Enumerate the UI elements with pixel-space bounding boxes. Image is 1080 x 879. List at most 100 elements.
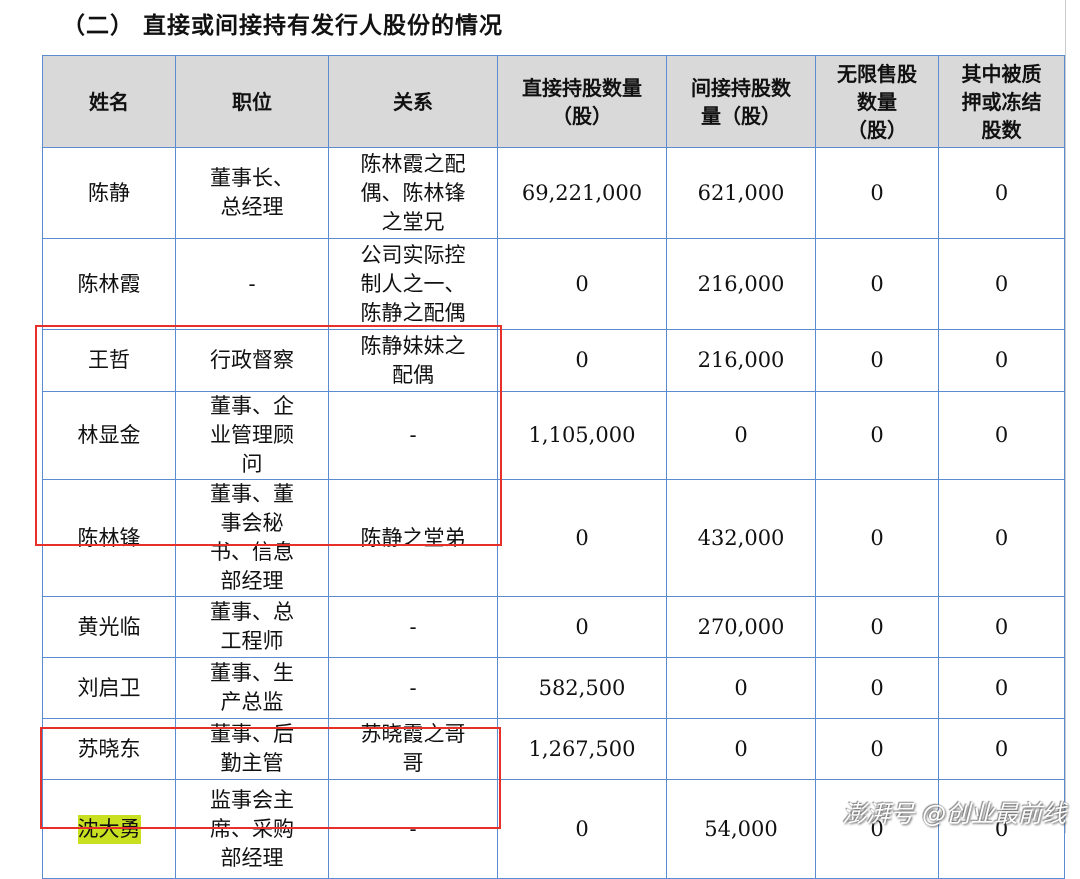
cell-text: - <box>248 271 256 296</box>
table-cell: 0 <box>815 391 939 480</box>
cell-text: 0 <box>734 675 748 700</box>
cell-text: 陈林霞 <box>77 271 141 296</box>
cell-text: 0 <box>734 423 748 447</box>
table-cell: 0 <box>497 596 667 658</box>
cell-text: 0 <box>870 736 884 761</box>
table-cell: 陈林霞 <box>42 238 176 330</box>
table-cell: 陈林锋 <box>42 479 176 597</box>
table-cell: 0 <box>497 779 667 879</box>
column-header-label: 间接持股数量（股） <box>691 75 791 128</box>
table-cell: 432,000 <box>666 479 816 597</box>
cell-text: 0 <box>870 525 884 550</box>
table-cell: 苏晓霞之哥哥 <box>328 718 498 780</box>
table-row: 苏晓东 董事、后勤主管 苏晓霞之哥哥 1,267,500 0 0 0 <box>42 718 1065 780</box>
table-cell: 董事、总工程师 <box>175 596 329 658</box>
cell-text: 董事、企业管理顾问 <box>210 394 294 476</box>
column-header-label: 关系 <box>393 89 433 114</box>
cell-text: - <box>409 675 417 700</box>
table-cell: 陈静妹妹之配偶 <box>328 329 498 392</box>
table-cell: 0 <box>815 596 939 658</box>
cell-text: 0 <box>870 348 884 372</box>
cell-text: 陈静 <box>88 180 130 205</box>
table-cell: 林显金 <box>42 391 176 480</box>
cell-text: - <box>409 423 417 447</box>
table-cell: 0 <box>938 147 1065 239</box>
table-cell: 1,267,500 <box>497 718 667 780</box>
cell-text: 216,000 <box>697 271 785 296</box>
cell-text: 董事长、总经理 <box>210 166 294 219</box>
table-cell: 王哲 <box>42 329 176 392</box>
table-cell: 刘启卫 <box>42 657 176 719</box>
table-cell: 1,105,000 <box>497 391 667 480</box>
cell-text: 董事、后勤主管 <box>210 722 294 775</box>
table-row: 陈静 董事长、总经理 陈林霞之配偶、陈林锋之堂兄 69,221,000 621,000 0… <box>42 147 1065 239</box>
cell-text: 69,221,000 <box>521 180 643 205</box>
table-cell: 苏晓东 <box>42 718 176 780</box>
table-cell: 0 <box>666 718 816 780</box>
cell-text: 0 <box>994 271 1009 296</box>
table-row: 王哲 行政督察 陈静妹妹之配偶 0 216,000 0 0 <box>42 329 1065 392</box>
table-cell: - <box>328 391 498 480</box>
cell-text: 1,105,000 <box>528 423 636 447</box>
table-cell: 69,221,000 <box>497 147 667 239</box>
cell-text: 0 <box>994 736 1009 761</box>
cell-text: 董事、生产总监 <box>210 661 294 714</box>
page-edge <box>1065 0 1080 833</box>
table-cell: - <box>328 657 498 719</box>
table-cell: 216,000 <box>666 238 816 330</box>
cell-text: 刘启卫 <box>77 675 141 700</box>
column-header: 间接持股数量（股） <box>666 55 816 148</box>
table-cell: 0 <box>815 479 939 597</box>
table-row: 黄光临 董事、总工程师 - 0 270,000 0 0 <box>42 596 1065 658</box>
table-cell: 0 <box>815 329 939 392</box>
column-header: 职位 <box>175 55 329 148</box>
table-cell: 董事、后勤主管 <box>175 718 329 780</box>
cell-text: 0 <box>734 736 748 761</box>
table-cell: - <box>328 596 498 658</box>
cell-text: 董事、董事会秘书、信息部经理 <box>210 482 294 593</box>
cell-text: 陈静妹妹之配偶 <box>360 333 466 387</box>
cell-text: 陈静之堂弟 <box>360 525 466 550</box>
table-cell: 陈静之堂弟 <box>328 479 498 597</box>
table-cell: 陈林霞之配偶、陈林锋之堂兄 <box>328 147 498 239</box>
table-cell: 582,500 <box>497 657 667 719</box>
cell-text: 0 <box>870 271 884 296</box>
table-cell: 216,000 <box>666 329 816 392</box>
table-cell: 54,000 <box>666 779 816 879</box>
table-cell: 0 <box>938 718 1065 780</box>
cell-text: 0 <box>575 271 589 296</box>
highlighted-name: 沈大勇 <box>77 814 141 844</box>
cell-text: 监事会主席、采购部经理 <box>210 787 294 870</box>
column-header-label: 无限售股数量（股） <box>837 61 917 142</box>
cell-text: 216,000 <box>697 348 785 372</box>
table-cell: 0 <box>497 238 667 330</box>
cell-text: - <box>409 816 417 841</box>
table-cell: 0 <box>938 329 1065 392</box>
cell-text: 0 <box>994 423 1009 447</box>
table-cell: 0 <box>815 718 939 780</box>
table-cell: 黄光临 <box>42 596 176 658</box>
cell-text: 0 <box>575 525 589 550</box>
table-cell: 沈大勇 <box>42 779 176 879</box>
table-cell: 0 <box>815 238 939 330</box>
cell-text: 陈林霞之配偶、陈林锋之堂兄 <box>360 151 466 234</box>
cell-text: 0 <box>994 675 1009 700</box>
table-cell: 0 <box>666 391 816 480</box>
cell-text: 0 <box>994 348 1009 372</box>
table-cell: - <box>175 238 329 330</box>
cell-text: 0 <box>994 614 1009 639</box>
cell-text: 苏晓霞之哥哥 <box>360 722 466 775</box>
column-header-label: 直接持股数量（股） <box>522 75 642 128</box>
table-cell: 0 <box>938 657 1065 719</box>
table-cell: 0 <box>938 479 1065 597</box>
cell-text: 0 <box>994 180 1009 205</box>
column-header-label: 其中被质押或冻结股数 <box>961 61 1042 142</box>
cell-text: 432,000 <box>697 525 785 550</box>
table-cell: 0 <box>938 238 1065 330</box>
cell-text: 582,500 <box>538 675 626 700</box>
table-cell: 公司实际控制人之一、陈静之配偶 <box>328 238 498 330</box>
cell-text: 621,000 <box>697 180 785 205</box>
table-cell: 陈静 <box>42 147 176 239</box>
cell-text: - <box>409 614 417 639</box>
cell-text: 0 <box>870 614 884 639</box>
